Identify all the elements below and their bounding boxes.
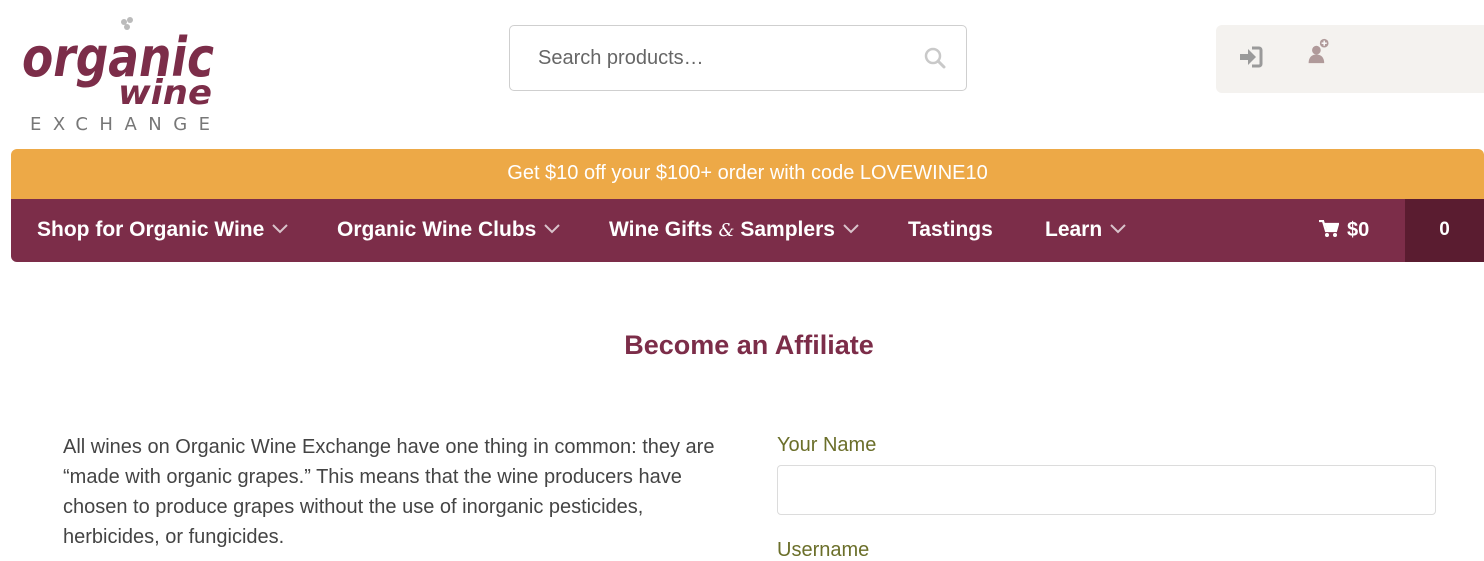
site-logo[interactable]: organic wine EXCHANGE <box>22 12 222 134</box>
cart-button[interactable]: $0 <box>1319 199 1369 262</box>
account-actions <box>1216 25 1484 93</box>
cart-count-badge[interactable]: 0 <box>1405 199 1484 262</box>
cart-total: $0 <box>1347 219 1370 241</box>
nav-item-label: Samplers <box>740 218 835 241</box>
cart-icon <box>1319 220 1339 237</box>
search-input[interactable] <box>510 26 910 90</box>
logo-wine-text: wine <box>118 73 212 113</box>
search-icon[interactable] <box>924 47 946 69</box>
username-label: Username <box>777 539 870 561</box>
chevron-down-icon <box>843 224 859 234</box>
logo-exchange-text: EXCHANGE <box>30 114 210 134</box>
main-nav: Shop for Organic Wine Organic Wine Clubs… <box>11 199 1484 262</box>
nav-item-gifts-samplers[interactable]: Wine Gifts & Samplers <box>609 199 859 262</box>
nav-item-learn[interactable]: Learn <box>1045 199 1126 262</box>
nav-item-label: Learn <box>1045 218 1103 241</box>
nav-item-label: Tastings <box>908 218 993 241</box>
nav-item-label: Shop for Organic Wine <box>37 218 265 241</box>
product-search <box>509 25 967 91</box>
logo-grape-dot <box>124 24 130 30</box>
promo-banner[interactable]: Get $10 off your $100+ order with code L… <box>11 149 1484 199</box>
logo-grape-dot <box>121 19 127 25</box>
your-name-label: Your Name <box>777 434 877 456</box>
nav-item-wine-clubs[interactable]: Organic Wine Clubs <box>337 199 561 262</box>
chevron-down-icon <box>544 224 561 234</box>
nav-item-label: Organic Wine Clubs <box>337 218 537 241</box>
nav-item-shop[interactable]: Shop for Organic Wine <box>37 199 289 262</box>
chevron-down-icon <box>272 224 289 234</box>
logo-grape-dot <box>127 17 133 23</box>
register-user-icon[interactable] <box>1306 38 1332 64</box>
your-name-field[interactable] <box>777 465 1436 515</box>
login-icon[interactable] <box>1238 44 1264 70</box>
nav-item-tastings[interactable]: Tastings <box>908 199 993 262</box>
nav-item-label: Wine Gifts <box>609 218 713 241</box>
nav-item-ampersand: & <box>718 220 735 241</box>
chevron-down-icon <box>1110 224 1126 234</box>
page-title: Become an Affiliate <box>624 330 874 360</box>
intro-paragraph: All wines on Organic Wine Exchange have … <box>63 436 715 548</box>
